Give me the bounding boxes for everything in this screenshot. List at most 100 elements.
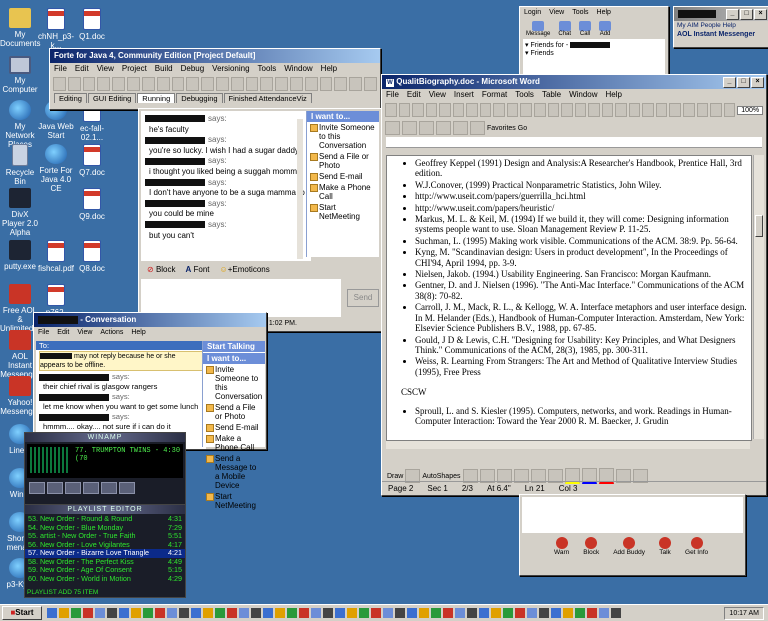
playlist-item[interactable]: 60. New Order - World in Motion 4:29 xyxy=(25,574,185,584)
maximize-icon[interactable]: □ xyxy=(737,77,750,88)
desktop-icon[interactable]: Q8.doc xyxy=(72,240,112,273)
minimize-icon[interactable]: _ xyxy=(726,9,739,20)
aim-group-2[interactable]: ▾ Friends xyxy=(525,49,663,57)
search-icon[interactable] xyxy=(470,121,485,135)
taskbar-app-icon[interactable] xyxy=(59,608,69,618)
tab-2[interactable]: Running xyxy=(137,93,176,103)
menu-item[interactable]: Help xyxy=(321,63,337,75)
back-icon[interactable] xyxy=(385,121,400,135)
panel-action[interactable]: Send a File or Photo xyxy=(203,402,265,422)
desktop-icon[interactable]: Q1.doc xyxy=(72,8,112,41)
home-icon[interactable] xyxy=(453,121,468,135)
panel-action[interactable]: Start NetMeeting xyxy=(307,202,379,222)
menu-item[interactable]: Edit xyxy=(75,63,89,75)
cut-icon[interactable] xyxy=(97,77,111,91)
taskbar-app-icon[interactable] xyxy=(539,608,549,618)
menu-item[interactable]: Help xyxy=(597,7,611,19)
taskbar-app-icon[interactable] xyxy=(47,608,57,618)
taskbar-app-icon[interactable] xyxy=(467,608,477,618)
vertical-scrollbar[interactable] xyxy=(753,155,764,439)
panel-action[interactable]: Send E-mail xyxy=(203,422,265,433)
desktop-icon[interactable]: Q7.doc xyxy=(72,144,112,177)
menu-item[interactable]: File xyxy=(38,327,49,339)
taskbar-app-icon[interactable] xyxy=(191,608,201,618)
taskbar-app-icon[interactable] xyxy=(299,608,309,618)
save-icon[interactable] xyxy=(412,103,424,117)
print-icon[interactable] xyxy=(655,103,668,117)
taskbar-app-icon[interactable] xyxy=(587,608,597,618)
desktop-icon[interactable]: Forte For Java 4.0 CE xyxy=(36,144,76,193)
panel-action[interactable]: Invite Someone to this Conversation xyxy=(307,122,379,151)
forte-ide-window[interactable]: Forte for Java 4, Community Edition [Pro… xyxy=(49,48,381,110)
block-button[interactable]: ⊘ Block xyxy=(147,265,176,274)
aim-button-0[interactable]: Message xyxy=(526,21,550,37)
pause-icon[interactable] xyxy=(65,482,81,494)
taskbar-app-icon[interactable] xyxy=(419,608,429,618)
aim-messenger-window[interactable]: _ □ × My AIM People Help AOL Instant Messe… xyxy=(673,6,768,48)
taskbar-app-icon[interactable] xyxy=(263,608,273,618)
format-painter-icon[interactable] xyxy=(506,103,519,117)
maximize-icon[interactable]: □ xyxy=(740,9,753,20)
aim-im-window[interactable]: Warn Block Add Buddy Talk Get Info xyxy=(519,494,746,576)
draw-menu[interactable]: Draw xyxy=(387,473,403,480)
desktop-icon[interactable]: chNH_p3-k... xyxy=(36,8,76,50)
paste-icon[interactable] xyxy=(723,103,736,117)
save-icon[interactable] xyxy=(642,103,654,117)
menu-item[interactable]: View xyxy=(77,327,92,339)
menu-item[interactable]: Actions xyxy=(100,327,123,339)
menu-item[interactable]: Window xyxy=(569,89,597,101)
cut-icon[interactable] xyxy=(466,103,478,117)
paste-icon[interactable] xyxy=(290,77,303,91)
print-icon[interactable] xyxy=(425,103,438,117)
taskbar-app-icon[interactable] xyxy=(515,608,525,618)
play-icon[interactable] xyxy=(47,482,63,494)
menu-item[interactable]: Help xyxy=(606,89,622,101)
taskbar-app-icon[interactable] xyxy=(107,608,117,618)
menu-item[interactable]: Tools xyxy=(258,63,277,75)
aim-button-3[interactable]: Add xyxy=(599,21,612,37)
run-icon[interactable] xyxy=(349,77,363,91)
taskbar-app-icon[interactable] xyxy=(275,608,285,618)
taskbar-app-icon[interactable] xyxy=(407,608,417,618)
taskbar-app-icon[interactable] xyxy=(323,608,333,618)
menu-item[interactable]: Format xyxy=(482,89,507,101)
taskbar-app-icon[interactable] xyxy=(503,608,513,618)
taskbar-app-icon[interactable] xyxy=(311,608,321,618)
taskbar-app-icon[interactable] xyxy=(179,608,189,618)
tab-1[interactable]: GUI Editing xyxy=(87,93,137,103)
aim-im-button-3[interactable]: Talk xyxy=(659,537,672,556)
previous-icon[interactable] xyxy=(29,482,45,494)
close-icon[interactable]: × xyxy=(754,9,767,20)
menu-item[interactable]: Table xyxy=(542,89,561,101)
taskbar-app-icon[interactable] xyxy=(431,608,441,618)
eject-icon[interactable] xyxy=(119,482,135,494)
desktop-icon[interactable]: putty.exe xyxy=(0,240,40,271)
horizontal-scrollbar[interactable] xyxy=(386,441,750,449)
cut-icon[interactable] xyxy=(260,77,274,91)
hyperlink-icon[interactable] xyxy=(547,103,560,117)
taskbar-app-icon[interactable] xyxy=(131,608,141,618)
panel-action[interactable]: Make a Phone Call xyxy=(307,182,379,202)
start-button[interactable]: ■Start xyxy=(2,606,42,620)
new-icon[interactable] xyxy=(385,103,397,117)
menu-item[interactable]: File xyxy=(386,89,399,101)
taskbar-app-icon[interactable] xyxy=(599,608,609,618)
taskbar-app-icon[interactable] xyxy=(251,608,261,618)
taskbar-app-icon[interactable] xyxy=(455,608,465,618)
desktop-icon[interactable]: Q9.doc xyxy=(72,188,112,221)
desktop-icon[interactable]: My Documents xyxy=(0,8,40,48)
taskbar-app-icon[interactable] xyxy=(383,608,393,618)
scroll-thumb[interactable] xyxy=(755,215,763,237)
autoshapes-menu[interactable]: AutoShapes xyxy=(422,473,460,480)
taskbar-app-icon[interactable] xyxy=(155,608,165,618)
redo-icon[interactable] xyxy=(534,103,546,117)
forward-icon[interactable] xyxy=(402,121,417,135)
panel-action[interactable]: Invite Someone to this Conversation xyxy=(203,364,265,402)
panel-action[interactable]: Make a Phone Call xyxy=(203,433,265,453)
tab-3[interactable]: Debugging xyxy=(176,93,223,103)
taskbar-app-icon[interactable] xyxy=(215,608,225,618)
zoom-select[interactable]: 100% xyxy=(737,105,764,115)
favorites-menu[interactable]: Favorites xyxy=(487,125,516,132)
taskbar-app-icon[interactable] xyxy=(167,608,177,618)
copy-icon[interactable] xyxy=(112,77,126,91)
